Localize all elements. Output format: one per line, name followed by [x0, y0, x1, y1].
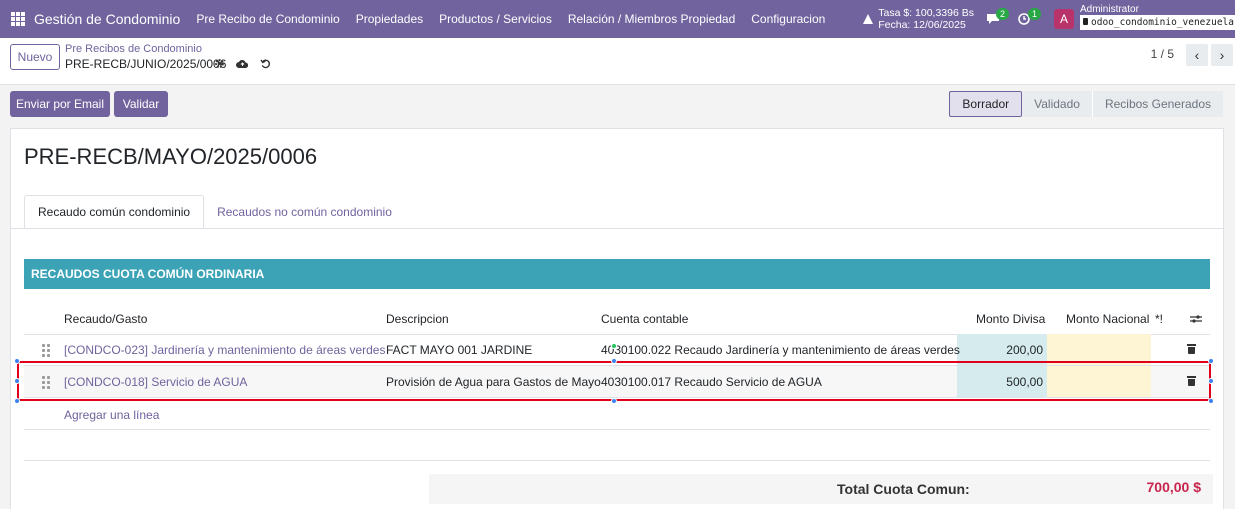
resize-handle[interactable] — [1208, 378, 1214, 384]
user-menu[interactable]: Administrator odoo_condominio_venezuela — [1080, 4, 1235, 34]
form-sheet: PRE-RECB/MAYO/2025/0006 Recaudo común co… — [10, 128, 1224, 509]
header-recaudo[interactable]: Recaudo/Gasto — [64, 312, 147, 326]
header-monto-divisa[interactable]: Monto Divisa — [976, 312, 1045, 326]
control-panel: Nuevo Pre Recibos de Condominio PRE-RECB… — [0, 38, 1235, 85]
top-navbar: Gestión de Condominio Pre Recibo de Cond… — [0, 0, 1235, 38]
tasa-icon — [863, 12, 874, 26]
gear-icon[interactable] — [214, 58, 225, 72]
resize-handle[interactable] — [611, 358, 617, 364]
drag-handle-icon[interactable] — [42, 344, 50, 357]
resize-handle[interactable] — [1208, 358, 1214, 364]
user-avatar[interactable]: A — [1054, 9, 1074, 29]
database-label: odoo_condominio_venezuela — [1091, 17, 1234, 28]
pager-next-button[interactable]: › — [1211, 44, 1233, 66]
row-recaudo[interactable]: [CONDCO-023] Jardinería y mantenimiento … — [64, 343, 385, 357]
header-flag: *! — [1155, 312, 1164, 326]
table-header: Recaudo/Gasto Descripcion Cuenta contabl… — [24, 303, 1210, 335]
add-line-link[interactable]: Agregar una línea — [64, 408, 159, 422]
activities-count-badge: 1 — [1028, 8, 1042, 20]
row-descripcion[interactable]: FACT MAYO 001 JARDINE — [386, 343, 532, 357]
stage-borrador[interactable]: Borrador — [949, 91, 1023, 117]
database-icon — [1083, 18, 1088, 25]
header-cuenta[interactable]: Cuenta contable — [601, 312, 688, 326]
pager-value[interactable]: 1 / 5 — [1151, 47, 1174, 61]
section-header: RECAUDOS CUOTA COMÚN ORDINARIA — [24, 259, 1210, 289]
resize-handle[interactable] — [14, 378, 20, 384]
tab-divider — [11, 228, 1223, 229]
row-monto-divisa[interactable]: 200,00 — [1006, 343, 1043, 357]
stage-recibos-generados[interactable]: Recibos Generados — [1091, 91, 1223, 117]
tab-recaudos-no-comun[interactable]: Recaudos no común condominio — [204, 195, 405, 229]
notebook-tabs: Recaudo común condominio Recaudos no com… — [24, 195, 405, 229]
database-name: odoo_condominio_venezuela — [1080, 15, 1235, 30]
menu-propiedades[interactable]: Propiedades — [356, 12, 423, 26]
menu-productos-servicios[interactable]: Productos / Servicios — [439, 12, 552, 26]
resize-handle[interactable] — [1208, 398, 1214, 404]
validate-button[interactable]: Validar — [114, 91, 168, 117]
breadcrumb-parent[interactable]: Pre Recibos de Condominio — [65, 43, 202, 55]
user-name: Administrator — [1080, 4, 1139, 15]
resize-handle[interactable] — [14, 398, 20, 404]
exchange-rate-info: Tasa $: 100,3396 Bs Fecha: 12/06/2025 — [878, 7, 974, 31]
record-actions — [214, 58, 282, 72]
send-email-button[interactable]: Enviar por Email — [10, 91, 110, 117]
header-descripcion[interactable]: Descripcion — [386, 312, 449, 326]
trash-icon[interactable] — [1187, 344, 1196, 354]
cloud-save-icon[interactable] — [236, 59, 249, 72]
row-divider — [24, 429, 1210, 430]
resize-handle[interactable] — [14, 358, 20, 364]
total-label: Total Cuota Comun: — [837, 481, 970, 497]
resize-handle[interactable] — [611, 398, 617, 404]
column-settings-icon[interactable] — [1190, 313, 1202, 327]
header-monto-nacional[interactable]: Monto Nacional — [1066, 312, 1149, 326]
row-divider — [24, 460, 1210, 461]
pager-previous-button[interactable]: ‹ — [1186, 44, 1208, 66]
activities-clock-icon[interactable]: 1 — [1018, 8, 1042, 29]
status-bar: Borrador Validado Recibos Generados — [949, 91, 1223, 117]
menu-pre-recibo[interactable]: Pre Recibo de Condominio — [196, 12, 339, 26]
messages-count-badge: 2 — [996, 8, 1010, 20]
tasa-text: Tasa $: 100,3396 Bs — [878, 7, 974, 19]
new-button[interactable]: Nuevo — [10, 44, 60, 70]
row-cuenta[interactable]: 4030100.022 Recaudo Jardinería y manteni… — [601, 343, 960, 357]
selection-highlight — [17, 361, 1211, 401]
tab-recaudo-comun[interactable]: Recaudo común condominio — [24, 195, 205, 229]
menu-configuracion[interactable]: Configuracion — [751, 12, 825, 26]
total-value: 700,00 $ — [1146, 479, 1202, 495]
record-title: PRE-RECB/MAYO/2025/0006 — [24, 144, 318, 169]
messages-icon[interactable]: 2 — [986, 8, 1010, 29]
breadcrumb-current: PRE-RECB/JUNIO/2025/0006 — [65, 57, 227, 71]
fecha-text: Fecha: 12/06/2025 — [878, 19, 966, 31]
discard-undo-icon[interactable] — [260, 58, 271, 72]
stage-validado[interactable]: Validado — [1022, 91, 1092, 117]
apps-grid-icon[interactable] — [11, 12, 25, 26]
app-brand[interactable]: Gestión de Condominio — [34, 11, 180, 27]
totals-box: Total Cuota Comun: 700,00 $ — [429, 474, 1213, 504]
rotate-handle[interactable] — [611, 343, 617, 349]
menu-relacion-miembros[interactable]: Relación / Miembros Propiedad — [568, 12, 735, 26]
